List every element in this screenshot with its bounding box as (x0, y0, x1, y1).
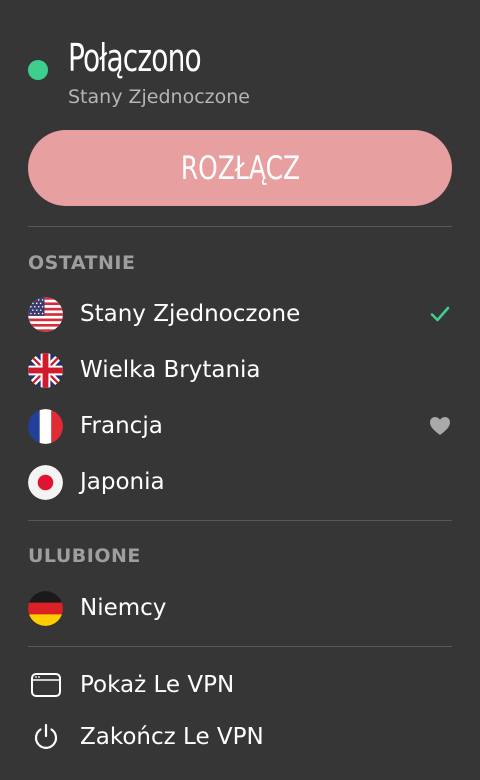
favorite-item-germany[interactable]: Niemcy (28, 584, 452, 632)
power-icon (28, 720, 63, 755)
show-app-menu-item[interactable]: Pokaż Le VPN (28, 661, 452, 709)
japan-flag-icon (28, 464, 63, 500)
connected-country-subtitle: Stany Zjednoczone (68, 86, 250, 108)
germany-flag-icon (28, 590, 63, 626)
recent-item-label: Stany Zjednoczone (80, 301, 301, 327)
france-flag-icon (28, 408, 63, 444)
disconnect-button[interactable]: ROZŁĄCZ (28, 130, 452, 206)
recent-item-united-states[interactable]: Stany Zjednoczone (28, 290, 452, 338)
recent-item-label: Japonia (80, 469, 165, 495)
us-flag-icon (28, 296, 63, 332)
divider (28, 646, 452, 647)
checkmark-icon (428, 302, 452, 326)
recent-item-label: Francja (80, 413, 163, 439)
window-icon (28, 668, 63, 703)
recent-item-label: Wielka Brytania (80, 357, 261, 383)
connection-header: Połączono Stany Zjednoczone (0, 0, 480, 120)
disconnect-button-label: ROZŁĄCZ (180, 149, 300, 187)
favorite-item-label: Niemcy (80, 595, 167, 621)
favorites-section-heading: ULUBIONE (28, 545, 141, 567)
connection-status-title: Połączono (68, 36, 202, 80)
show-app-label: Pokaż Le VPN (80, 672, 235, 698)
uk-flag-icon (28, 352, 63, 388)
recent-item-united-kingdom[interactable]: Wielka Brytania (28, 346, 452, 394)
divider (28, 226, 452, 227)
recent-item-france[interactable]: Francja (28, 402, 452, 450)
recent-section-heading: OSTATNIE (28, 252, 136, 274)
quit-app-label: Zakończ Le VPN (80, 724, 264, 750)
divider (28, 520, 452, 521)
quit-app-menu-item[interactable]: Zakończ Le VPN (28, 713, 452, 761)
heart-icon[interactable] (428, 414, 452, 438)
recent-item-japan[interactable]: Japonia (28, 458, 452, 506)
connected-status-dot (28, 60, 48, 80)
